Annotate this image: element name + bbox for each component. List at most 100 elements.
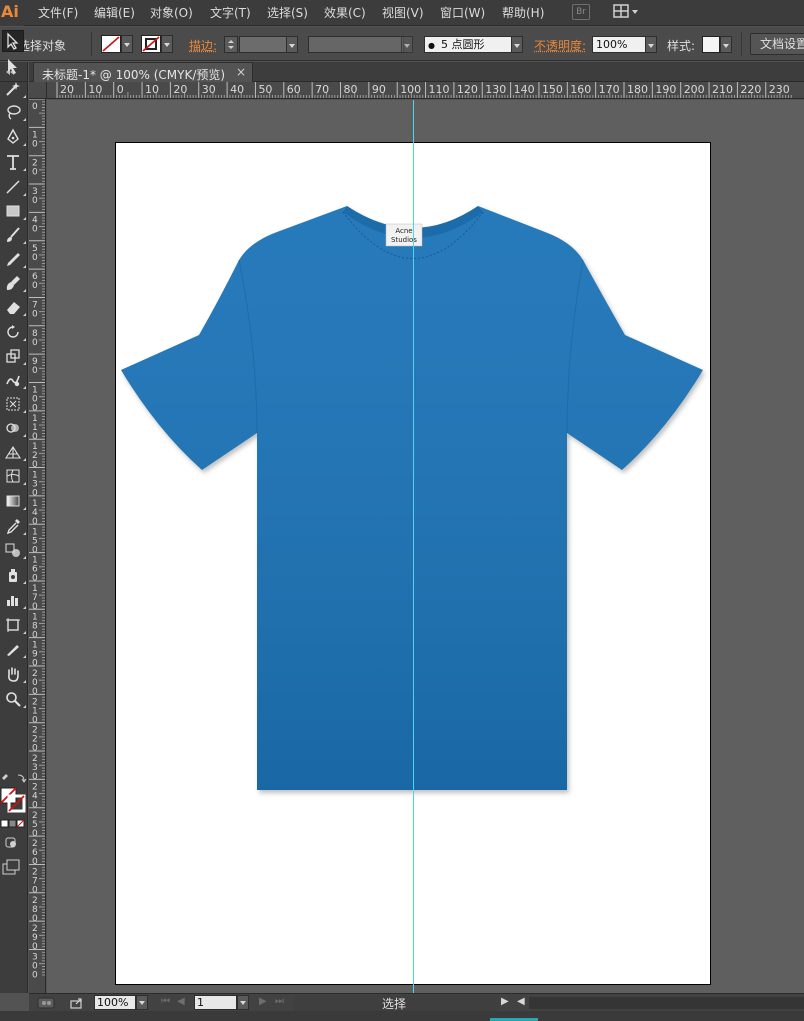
- artboard-number-input[interactable]: 1: [194, 995, 237, 1010]
- tshirt-artwork[interactable]: Acne Studios: [47, 100, 804, 993]
- workspace-switcher[interactable]: [613, 3, 641, 21]
- vertical-guide[interactable]: [413, 100, 414, 993]
- rectangle-tool-icon: [6, 205, 20, 217]
- vertical-ruler[interactable]: 0 10 20 30 40 50 60 70 80 90 100110120130140150160…: [29, 99, 46, 993]
- menu-edit[interactable]: 编辑(E): [94, 5, 135, 21]
- mesh-tool-button[interactable]: [2, 465, 26, 487]
- fill-stroke-widget[interactable]: [0, 772, 28, 892]
- ruler-label: 230: [769, 83, 790, 96]
- submenu-indicator-icon: [23, 458, 26, 461]
- menu-window[interactable]: 窗口(W): [440, 5, 485, 21]
- menu-type[interactable]: 文字(T): [210, 5, 251, 21]
- tshirt-shading: [121, 206, 703, 790]
- opacity-input[interactable]: 100%: [592, 36, 646, 53]
- artboard-dropdown[interactable]: [237, 995, 249, 1010]
- stroke-dropdown[interactable]: [161, 35, 173, 53]
- gpu-status-icon[interactable]: [37, 996, 59, 1010]
- line-segment-tool-button[interactable]: [2, 176, 26, 198]
- selection-tool-button[interactable]: [2, 30, 24, 52]
- menu-file[interactable]: 文件(F): [38, 5, 78, 21]
- eraser-tool-button[interactable]: [2, 296, 26, 318]
- svg-text:0: 0: [32, 744, 38, 754]
- menu-help[interactable]: 帮助(H): [502, 5, 544, 21]
- pencil-tool-button[interactable]: [2, 248, 26, 270]
- gradient-tool-button[interactable]: [2, 490, 26, 512]
- submenu-indicator-icon: [23, 705, 26, 708]
- separator: [91, 32, 92, 56]
- shape-builder-tool-button[interactable]: [2, 417, 26, 439]
- fill-swatch[interactable]: [101, 35, 121, 53]
- column-graph-tool-button[interactable]: [2, 589, 26, 611]
- swap-colors-icon[interactable]: [17, 774, 27, 783]
- symbol-sprayer-tool-button[interactable]: [2, 564, 26, 586]
- next-artboard-icon[interactable]: ▶: [259, 996, 267, 1007]
- ruler-label: 90: [372, 83, 386, 96]
- svg-text:0: 0: [32, 602, 38, 612]
- eyedropper-tool-button[interactable]: [2, 515, 26, 537]
- rectangle-tool-button[interactable]: [2, 200, 26, 222]
- share-icon[interactable]: [69, 996, 85, 1010]
- ruler-label: 40: [230, 83, 244, 96]
- status-menu-arrow-icon[interactable]: ▶: [501, 996, 509, 1007]
- opacity-label[interactable]: 不透明度:: [534, 37, 586, 54]
- stroke-weight-dropdown[interactable]: [286, 36, 298, 53]
- type-tool-button[interactable]: [2, 151, 26, 173]
- first-artboard-icon[interactable]: ⏮: [161, 996, 170, 1007]
- menu-effect[interactable]: 效果(C): [324, 5, 366, 21]
- document-tab[interactable]: 未标题-1* @ 100% (CMYK/预览) ×: [33, 62, 253, 82]
- direct-selection-tool-button[interactable]: [2, 55, 24, 77]
- ruler-origin[interactable]: [29, 82, 47, 99]
- stroke-swatch[interactable]: [141, 35, 161, 53]
- control-panel: 未选择对象 描边: ● 5 点圆形 不透明度: 100% 样式: 文档设置: [0, 27, 804, 61]
- blob-brush-tool-button[interactable]: [2, 272, 26, 294]
- scale-tool-button[interactable]: [2, 345, 26, 367]
- brush-definition[interactable]: ● 5 点圆形: [424, 36, 512, 53]
- last-artboard-icon[interactable]: ⏭: [275, 996, 284, 1007]
- horizontal-ruler[interactable]: 20 10 0 10 20 30 40 50 60 70 80 90 100 110 120 130 140 15…: [47, 82, 804, 99]
- pen-tool-button[interactable]: [2, 126, 26, 148]
- paintbrush-tool-button[interactable]: [2, 224, 26, 246]
- previous-artboard-icon[interactable]: ◀: [177, 996, 185, 1007]
- profile-dropdown[interactable]: [401, 36, 413, 53]
- slice-tool-button[interactable]: [2, 638, 26, 660]
- scroll-left-icon[interactable]: ◀: [517, 996, 525, 1007]
- perspective-grid-tool-button[interactable]: [2, 441, 26, 463]
- close-tab-icon[interactable]: ×: [236, 65, 246, 79]
- artboard-tool-button[interactable]: [2, 614, 26, 636]
- pen-tool-icon: [7, 128, 19, 144]
- menu-select[interactable]: 选择(S): [267, 5, 308, 21]
- brush-dropdown[interactable]: [511, 36, 523, 53]
- svg-text:0: 0: [32, 196, 38, 206]
- free-transform-tool-icon: [6, 397, 20, 411]
- style-dropdown[interactable]: [720, 36, 732, 53]
- free-transform-tool-button[interactable]: [2, 393, 26, 415]
- color-mode-icon[interactable]: [0, 819, 9, 828]
- variable-width-profile[interactable]: [308, 36, 404, 53]
- rotate-tool-button[interactable]: [2, 321, 26, 343]
- type-tool-icon: [7, 155, 19, 170]
- svg-text:0: 0: [32, 517, 38, 527]
- magic-wand-tool-button[interactable]: [2, 78, 26, 100]
- horizontal-scrollbar[interactable]: [529, 997, 804, 1009]
- default-colors-icon[interactable]: [2, 774, 8, 780]
- zoom-dropdown[interactable]: [136, 995, 148, 1010]
- hand-tool-button[interactable]: [2, 663, 26, 685]
- status-field[interactable]: 选择: [294, 995, 499, 1011]
- lasso-tool-button[interactable]: [2, 101, 26, 123]
- blend-tool-button[interactable]: [2, 539, 26, 561]
- stroke-weight-label[interactable]: 描边:: [189, 37, 217, 54]
- gradient-mode-icon[interactable]: [8, 819, 17, 828]
- stroke-weight-stepper[interactable]: [224, 36, 238, 53]
- zoom-input[interactable]: 100%: [94, 995, 136, 1010]
- bridge-button[interactable]: Br: [572, 4, 590, 20]
- opacity-dropdown[interactable]: [645, 36, 657, 53]
- stroke-weight-input[interactable]: [239, 36, 287, 53]
- menu-view[interactable]: 视图(V): [382, 5, 424, 21]
- fill-dropdown[interactable]: [121, 35, 133, 53]
- zoom-tool-button[interactable]: [2, 688, 26, 710]
- document-setup-button[interactable]: 文档设置: [750, 33, 804, 55]
- canvas[interactable]: Acne Studios: [47, 100, 804, 993]
- warp-tool-button[interactable]: [2, 369, 26, 391]
- graphic-style-swatch[interactable]: [702, 36, 720, 53]
- menu-object[interactable]: 对象(O): [150, 5, 193, 21]
